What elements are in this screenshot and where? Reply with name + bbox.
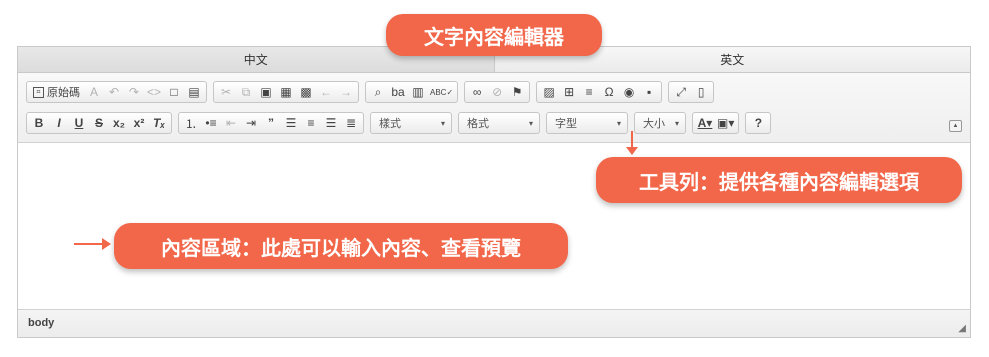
link-group: ∞ ⊘ ⚑ — [464, 81, 531, 103]
basic-style-group: B I U S x₂ x² Tₓ — [26, 112, 172, 134]
maximize-icon[interactable]: ⤢ — [671, 82, 691, 102]
chevron-down-icon: ▾ — [440, 118, 445, 128]
document-group: ⌗ 原始碼 A ↶ ↷ <> □ ▤ — [26, 81, 207, 103]
text-color-icon[interactable]: A▾ — [695, 113, 715, 133]
code-icon[interactable]: <> — [144, 82, 164, 102]
new-page-icon[interactable]: □ — [164, 82, 184, 102]
strike-button[interactable]: S — [89, 113, 109, 133]
bulleted-list-icon[interactable]: •≡ — [201, 113, 221, 133]
collapse-toolbar-icon[interactable]: ▲ — [949, 120, 962, 132]
copy-icon[interactable]: ⧉ — [236, 82, 256, 102]
format-label: 格式 — [467, 118, 489, 130]
unlink-icon[interactable]: ⊘ — [487, 82, 507, 102]
image-icon[interactable]: ▨ — [539, 82, 559, 102]
element-path[interactable]: body — [28, 317, 54, 329]
chevron-down-icon: ▾ — [616, 118, 621, 128]
styles-dropdown[interactable]: 樣式 ▾ — [370, 112, 452, 134]
toolbar-row-2: B I U S x₂ x² Tₓ ⒈ •≡ ⇤ ⇥ ” ☰ ≡ ☰ ≣ 樣式 ▾ … — [26, 111, 777, 135]
youtube-icon[interactable]: ▪ — [639, 82, 659, 102]
show-blocks-view-icon[interactable]: ▯ — [691, 82, 711, 102]
anchor-flag-icon[interactable]: ⚑ — [507, 82, 527, 102]
content-callout: 內容區域：此處可以輸入內容、查看預覽 — [114, 223, 568, 269]
font-label: 字型 — [555, 118, 577, 130]
redo-arrow-icon[interactable]: ↷ — [124, 82, 144, 102]
superscript-button[interactable]: x² — [129, 113, 149, 133]
help-button[interactable]: ? — [748, 113, 768, 133]
remove-format-button[interactable]: Tₓ — [149, 113, 169, 133]
status-bar: body ◢ — [18, 309, 970, 337]
toolbar-pointer-arrow-icon — [626, 147, 638, 155]
resize-handle-icon[interactable]: ◢ — [958, 323, 966, 334]
chevron-down-icon: ▾ — [674, 118, 679, 128]
paste-icon[interactable]: ▣ — [256, 82, 276, 102]
format-dropdown[interactable]: 格式 ▾ — [458, 112, 540, 134]
subscript-button[interactable]: x₂ — [109, 113, 129, 133]
underline-button[interactable]: U — [69, 113, 89, 133]
horizontal-rule-icon[interactable]: ≡ — [579, 82, 599, 102]
template-icon[interactable]: ▤ — [184, 82, 204, 102]
table-icon[interactable]: ⊞ — [559, 82, 579, 102]
cut-icon[interactable]: ✂ — [216, 82, 236, 102]
toolbar-callout: 工具列：提供各種內容編輯選項 — [596, 157, 962, 203]
bold-button[interactable]: B — [29, 113, 49, 133]
align-center-icon[interactable]: ≡ — [301, 113, 321, 133]
indent-icon[interactable]: ⇥ — [241, 113, 261, 133]
show-blocks-icon[interactable]: A — [84, 82, 104, 102]
find-icon[interactable]: ⌕ — [368, 82, 388, 102]
spellcheck-icon[interactable]: ABC✓ — [428, 82, 455, 102]
justify-icon[interactable]: ≣ — [341, 113, 361, 133]
help-group: ? — [745, 112, 772, 134]
undo-arrow-icon[interactable]: ↶ — [104, 82, 124, 102]
editor-title-callout: 文字內容編輯器 — [386, 14, 602, 56]
align-left-icon[interactable]: ☰ — [281, 113, 301, 133]
link-icon[interactable]: ∞ — [467, 82, 487, 102]
font-dropdown[interactable]: 字型 ▾ — [546, 112, 628, 134]
chevron-down-icon: ▾ — [528, 118, 533, 128]
paragraph-group: ⒈ •≡ ⇤ ⇥ ” ☰ ≡ ☰ ≣ — [178, 112, 364, 134]
source-label: 原始碼 — [47, 87, 80, 99]
special-char-icon[interactable]: Ω — [599, 82, 619, 102]
find-group: ⌕ ba ▥ ABC✓ — [365, 81, 459, 103]
editor-toolbar: ⌗原始碼 A ↶ ↷ <> □ ▤ ✂ ⧉ ▣ ▦ ▩ ← → ⌕ ba ▥ — [18, 73, 970, 143]
styles-label: 樣式 — [379, 118, 401, 130]
clipboard-group: ✂ ⧉ ▣ ▦ ▩ ← → — [213, 81, 359, 103]
blockquote-icon[interactable]: ” — [261, 113, 281, 133]
size-label: 大小 — [643, 118, 665, 130]
align-right-icon[interactable]: ☰ — [321, 113, 341, 133]
globe-icon[interactable]: ◉ — [619, 82, 639, 102]
content-pointer-arrow-icon — [102, 238, 111, 250]
paste-text-icon[interactable]: ▦ — [276, 82, 296, 102]
toolbar-row-1: ⌗原始碼 A ↶ ↷ <> □ ▤ ✂ ⧉ ▣ ▦ ▩ ← → ⌕ ba ▥ — [26, 80, 720, 104]
size-dropdown[interactable]: 大小 ▾ — [634, 112, 686, 134]
numbered-list-icon[interactable]: ⒈ — [181, 113, 201, 133]
paste-word-icon[interactable]: ▩ — [296, 82, 316, 102]
outdent-icon[interactable]: ⇤ — [221, 113, 241, 133]
redo-icon[interactable]: → — [336, 82, 356, 102]
undo-icon[interactable]: ← — [316, 82, 336, 102]
view-group: ⤢ ▯ — [668, 81, 715, 103]
replace-icon[interactable]: ba — [388, 82, 408, 102]
bg-color-icon[interactable]: ▣▾ — [715, 113, 736, 133]
source-icon: ⌗ — [33, 86, 44, 98]
italic-button[interactable]: I — [49, 113, 69, 133]
select-all-icon[interactable]: ▥ — [408, 82, 428, 102]
color-group: A▾ ▣▾ — [692, 112, 740, 134]
source-button[interactable]: ⌗ 原始碼 — [29, 82, 84, 102]
insert-group: ▨ ⊞ ≡ Ω ◉ ▪ — [536, 81, 663, 103]
